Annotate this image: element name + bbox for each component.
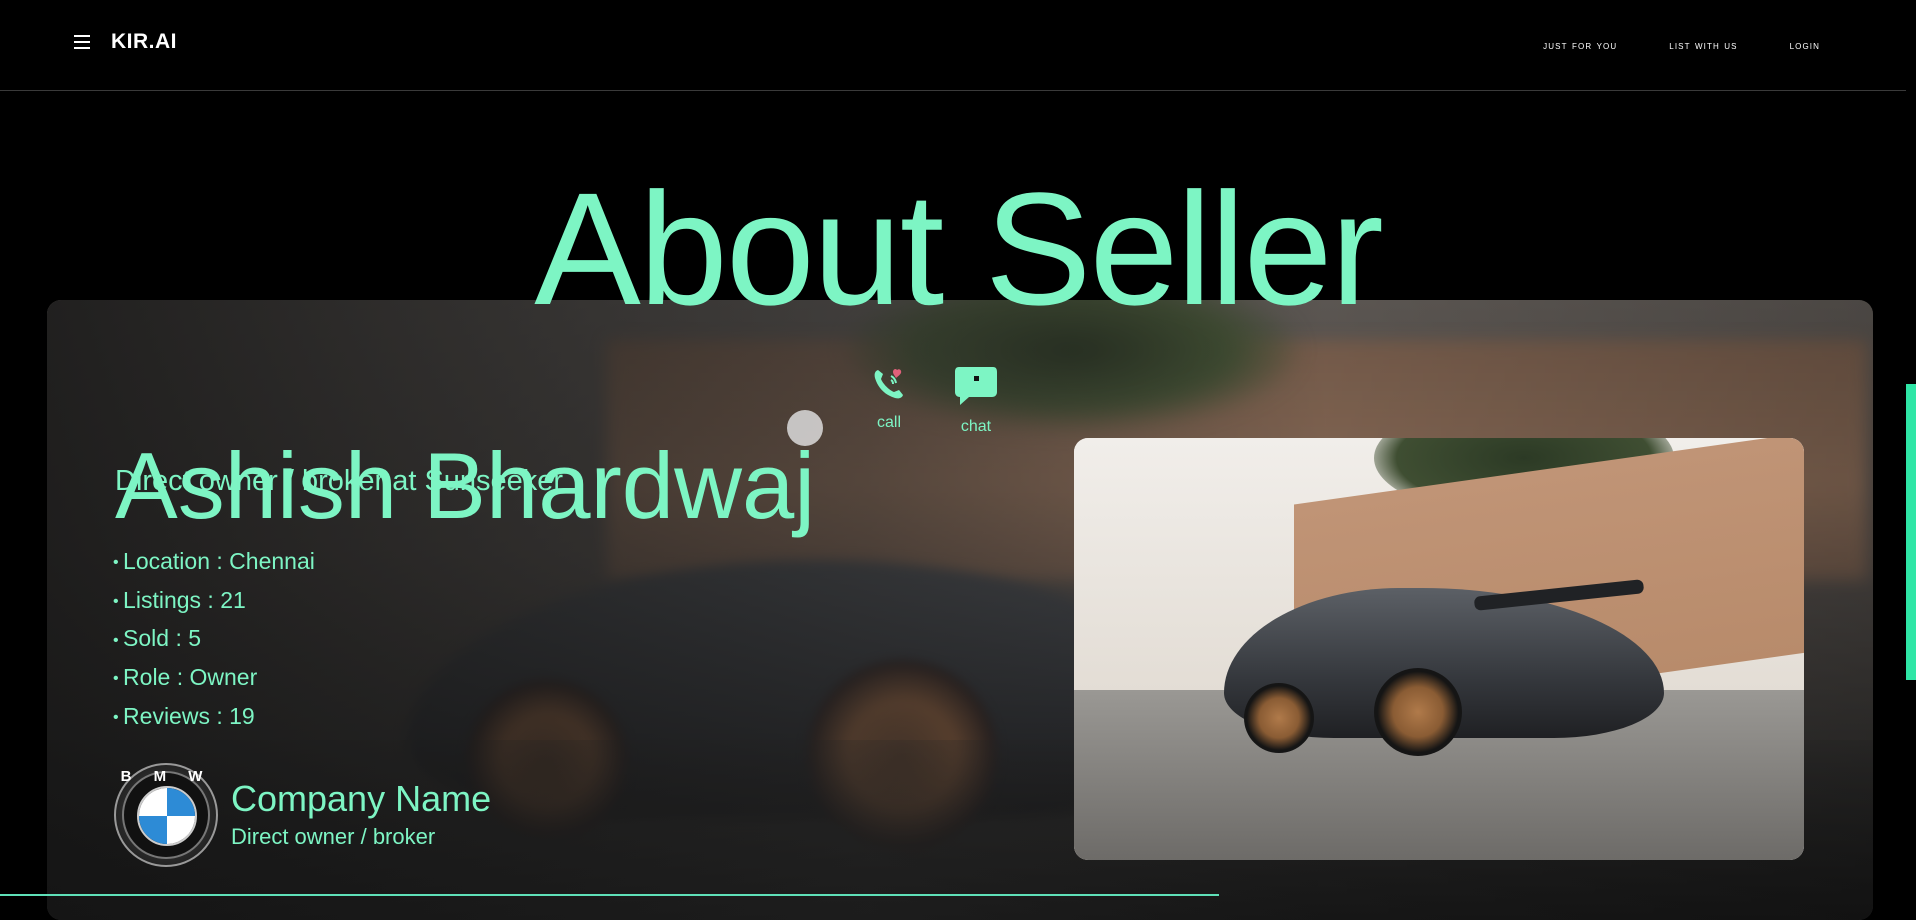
chat-label: chat (960, 418, 992, 435)
brand-logo[interactable]: KIR.AI (111, 30, 177, 54)
nav-list-with-us[interactable]: LIST WITH US (1669, 38, 1737, 52)
seller-details-list: Location : Chennai Listings : 21 Sold : … (113, 543, 315, 736)
listing-photo[interactable] (1074, 438, 1804, 860)
company-logo: B M W (114, 763, 218, 867)
top-navigation-bar: KIR.AI JUST FOR YOU LIST WITH US LOGIN (0, 0, 1906, 91)
company-name: Company Name (231, 778, 492, 819)
call-button[interactable]: call (859, 364, 919, 432)
logo-letters: B M W (120, 768, 212, 785)
page-title: About Seller (534, 159, 1384, 339)
detail-location: Location : Chennai (113, 543, 315, 582)
detail-sold: Sold : 5 (113, 620, 315, 659)
nav-login[interactable]: LOGIN (1790, 38, 1820, 52)
phone-call-icon (874, 368, 903, 399)
detail-listings: Listings : 21 (113, 582, 315, 621)
detail-role: Role : Owner (113, 659, 315, 698)
chat-bubble-icon (955, 367, 997, 405)
cursor-indicator (787, 410, 823, 446)
chat-button[interactable]: chat (946, 364, 1006, 436)
detail-reviews: Reviews : 19 (113, 698, 315, 737)
seller-subtitle: Direct owner / broker at Sunseeker (115, 465, 564, 497)
nav-just-for-you[interactable]: JUST FOR YOU (1543, 38, 1617, 52)
menu-icon[interactable] (74, 35, 90, 49)
company-role: Direct owner / broker (231, 824, 436, 849)
call-label: call (876, 414, 901, 431)
main-nav: JUST FOR YOU LIST WITH US LOGIN (1543, 38, 1820, 52)
seller-card: Ashish Bhardwaj call chat Direct owner /… (47, 300, 1873, 920)
scrollbar-thumb[interactable] (1906, 384, 1916, 680)
